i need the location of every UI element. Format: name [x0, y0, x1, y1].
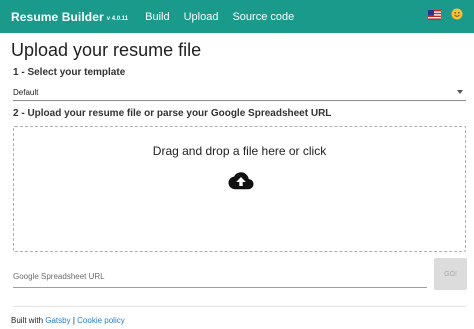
dropdown-arrow-icon	[457, 90, 463, 94]
go-button[interactable]: GO!	[434, 258, 467, 290]
brand-version: v 4.0.11	[106, 15, 129, 22]
app-bar: Resume Builder v 4.0.11 Build Upload Sou…	[0, 0, 474, 33]
footer: Built with Gatsby | Cookie policy	[11, 316, 125, 325]
template-select[interactable]: Default	[13, 85, 466, 101]
nav-source-code[interactable]: Source code	[232, 11, 294, 23]
main-nav: Build Upload Source code	[145, 11, 308, 23]
dropzone-text: Drag and drop a file here or click	[152, 144, 327, 158]
footer-separator: |	[72, 316, 75, 325]
template-selected-value: Default	[13, 88, 39, 97]
footer-built-with: Built with	[11, 316, 44, 325]
nav-upload[interactable]: Upload	[184, 11, 219, 23]
smiley-icon[interactable]	[451, 8, 463, 20]
us-flag-icon[interactable]	[428, 10, 441, 20]
file-dropzone[interactable]: Drag and drop a file here or click	[13, 126, 466, 252]
step2-label: 2 - Upload your resume file or parse you…	[13, 108, 332, 119]
nav-build[interactable]: Build	[145, 11, 169, 23]
brand[interactable]: Resume Builder v 4.0.11	[11, 10, 128, 24]
step1-label: 1 - Select your template	[13, 67, 126, 78]
page-title: Upload your resume file	[11, 40, 202, 60]
spreadsheet-url-field[interactable]	[13, 266, 427, 288]
cookie-policy-link[interactable]: Cookie policy	[77, 316, 125, 325]
brand-title: Resume Builder	[11, 9, 104, 24]
cloud-upload-icon	[228, 172, 254, 190]
gatsby-link[interactable]: Gatsby	[45, 316, 70, 325]
footer-divider	[13, 306, 466, 307]
spreadsheet-url-input[interactable]	[13, 272, 427, 281]
